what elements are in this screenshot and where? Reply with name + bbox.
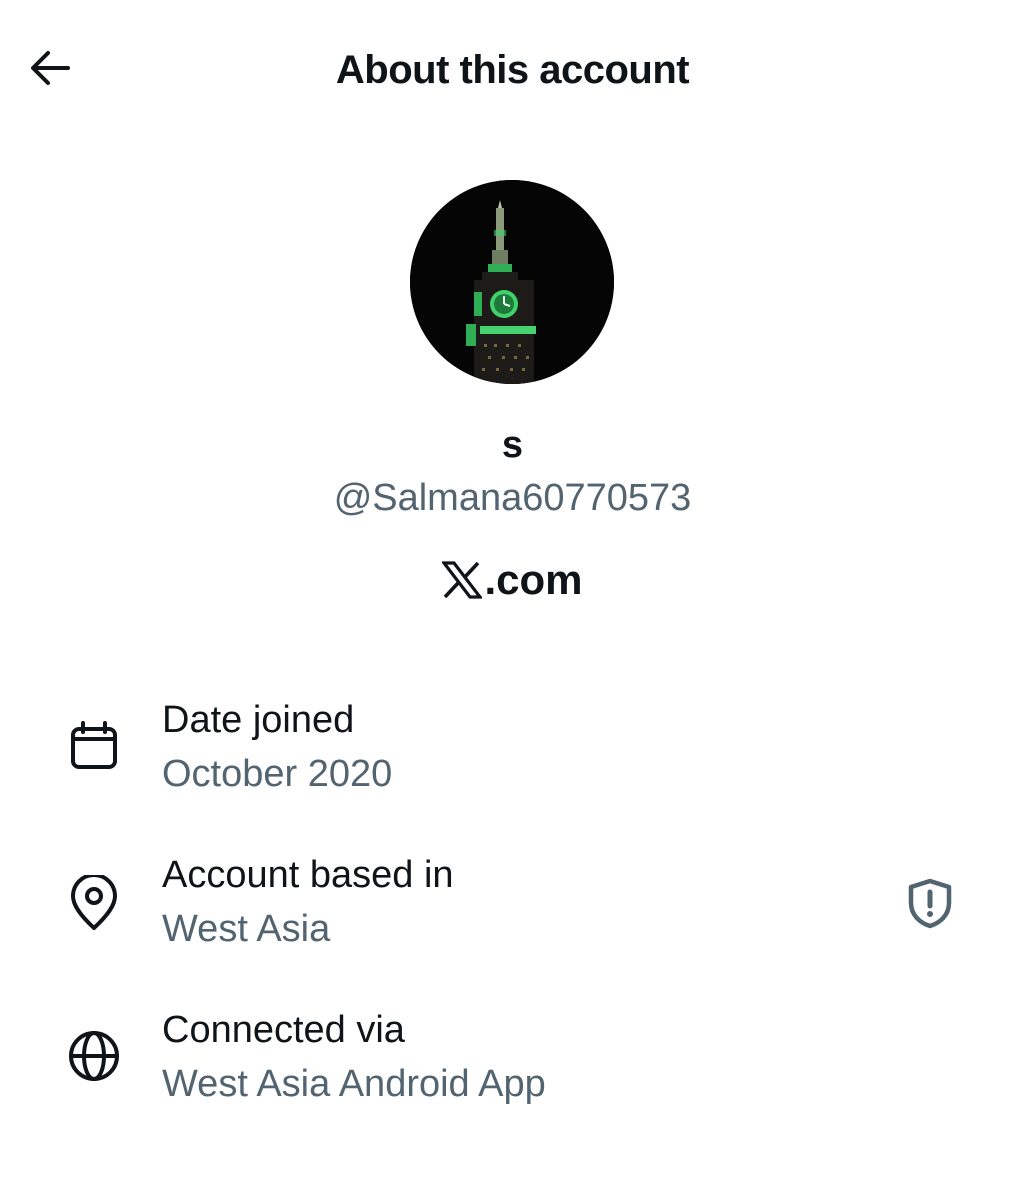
calendar-icon [62, 714, 126, 778]
location-pin-icon [62, 871, 126, 935]
display-name: s [501, 424, 524, 466]
account-source: .com [0, 552, 1025, 608]
shield-alert-icon[interactable] [898, 871, 962, 935]
page-title: About this account [335, 48, 690, 92]
account-based-in-row: Account based in West Asia [0, 845, 1025, 965]
date-joined-value: October 2020 [162, 753, 393, 795]
source-suffix: .com [484, 556, 583, 603]
date-joined-label: Date joined [162, 699, 355, 741]
globe-icon [62, 1024, 126, 1088]
connected-via-label: Connected via [162, 1009, 405, 1051]
x-logo-icon [442, 561, 483, 599]
connected-via-row: Connected via West Asia Android App [0, 1000, 1025, 1120]
user-handle: @Salmana60770573 [333, 477, 692, 519]
account-based-in-value: West Asia [162, 908, 331, 950]
connected-via-value: West Asia Android App [162, 1063, 546, 1105]
date-joined-row: Date joined October 2020 [0, 690, 1025, 810]
clock-tower-avatar [410, 180, 614, 384]
header-bar: About this account [0, 0, 1025, 140]
avatar[interactable] [410, 180, 614, 384]
account-based-in-label: Account based in [162, 854, 454, 896]
